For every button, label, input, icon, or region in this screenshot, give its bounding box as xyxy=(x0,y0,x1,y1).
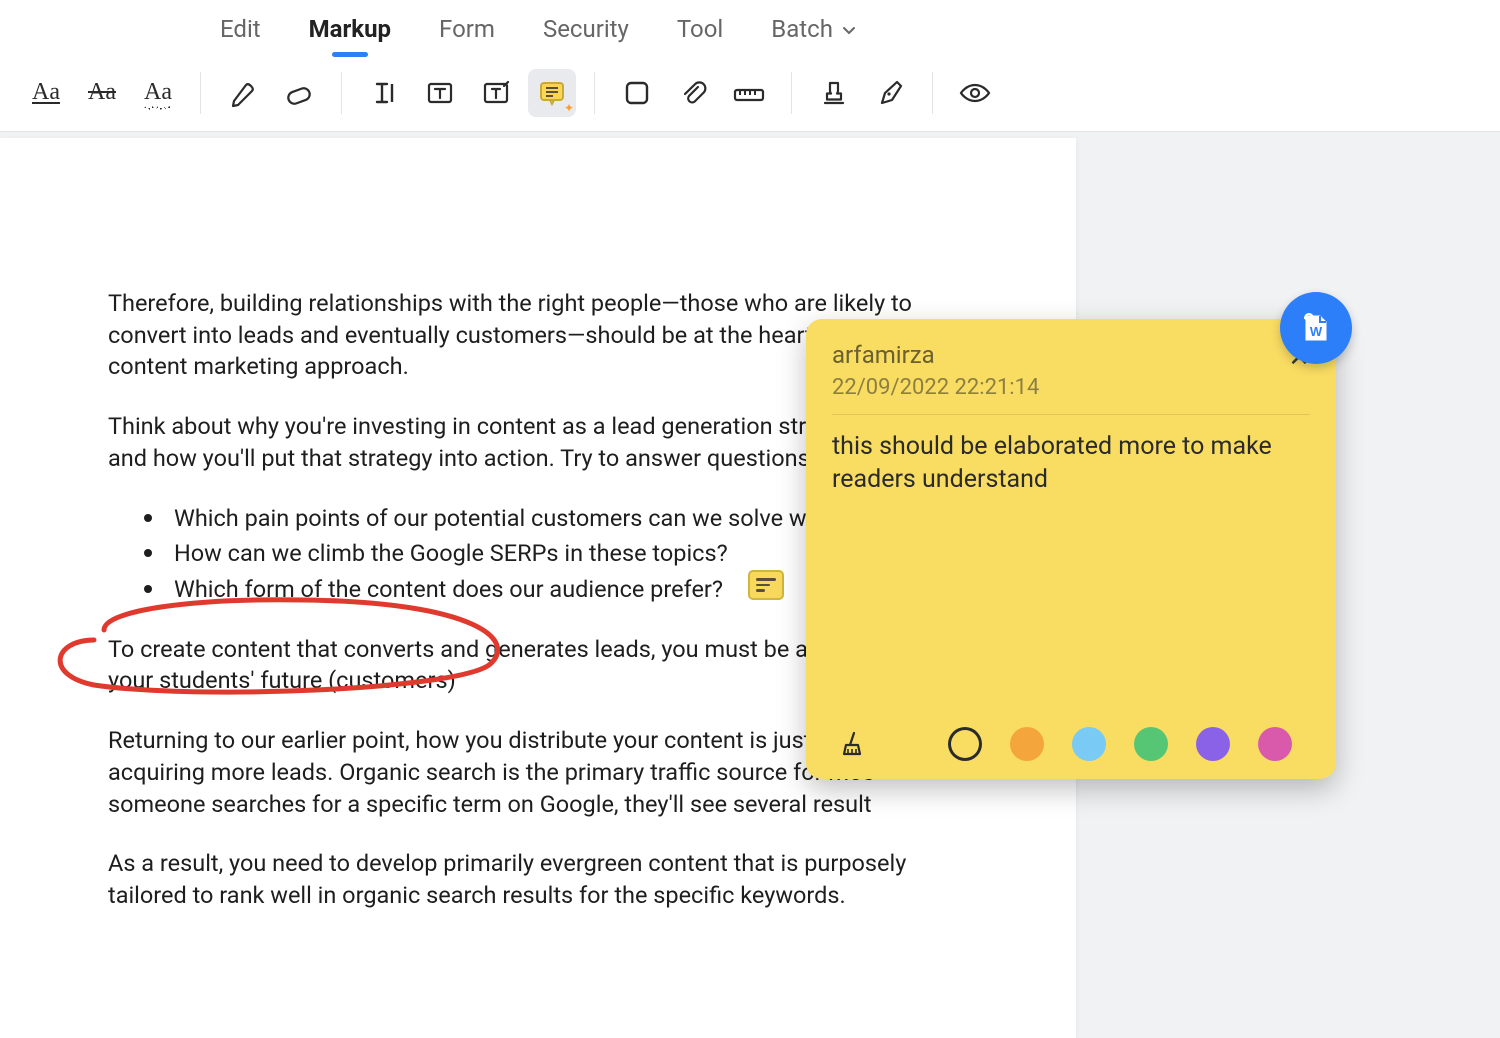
divider xyxy=(200,72,201,114)
stamp-icon xyxy=(819,78,849,108)
tab-tool[interactable]: Tool xyxy=(677,15,723,43)
tab-markup[interactable]: Markup xyxy=(309,15,391,43)
sticky-note-color-picker xyxy=(832,727,1310,761)
note-marker-icon[interactable] xyxy=(748,570,784,600)
ruler-icon xyxy=(732,78,766,108)
eraser-tool[interactable] xyxy=(275,69,323,117)
sticky-note-timestamp: 22/09/2022 22:21:14 xyxy=(832,375,1039,400)
sparkle-icon: ✦ xyxy=(564,101,574,115)
text-tool[interactable] xyxy=(360,69,408,117)
pen-nib-icon xyxy=(875,78,905,108)
eye-icon xyxy=(958,78,992,108)
shape-tool[interactable] xyxy=(613,69,661,117)
sticky-note-icon xyxy=(537,78,567,108)
highlighter-tool[interactable] xyxy=(219,69,267,117)
eraser-icon xyxy=(282,76,316,110)
callout-tool[interactable] xyxy=(472,69,520,117)
word-icon: W xyxy=(1296,308,1336,348)
measure-tool[interactable] xyxy=(725,69,773,117)
textbox-icon xyxy=(425,78,455,108)
tab-security[interactable]: Security xyxy=(543,15,629,43)
stamp-tool[interactable] xyxy=(810,69,858,117)
divider xyxy=(594,72,595,114)
divider xyxy=(932,72,933,114)
sticky-note-popup[interactable]: arfamirza 22/09/2022 22:21:14 ✕ this sho… xyxy=(806,319,1336,779)
divider xyxy=(832,414,1310,415)
top-tabs: Edit Markup Form Security Tool Batch xyxy=(0,0,1500,54)
paragraph: As a result, you need to develop primari… xyxy=(108,848,968,911)
color-swatch-pink[interactable] xyxy=(1258,727,1292,761)
square-icon xyxy=(623,79,651,107)
tab-edit[interactable]: Edit xyxy=(220,15,261,43)
preview-tool[interactable] xyxy=(951,69,999,117)
tab-form[interactable]: Form xyxy=(439,15,495,43)
markup-toolbar: Aa Aa Aa ✦ xyxy=(0,54,1500,132)
sticky-note-text[interactable]: this should be elaborated more to make r… xyxy=(832,431,1310,717)
divider xyxy=(341,72,342,114)
color-swatch-orange[interactable] xyxy=(1010,727,1044,761)
color-swatch-green[interactable] xyxy=(1134,727,1168,761)
color-swatch-yellow[interactable] xyxy=(948,727,982,761)
callout-icon xyxy=(481,78,511,108)
page-area: Therefore, building relationships with t… xyxy=(0,132,1500,965)
highlighter-icon xyxy=(227,77,259,109)
sticky-note-tool[interactable]: ✦ xyxy=(528,69,576,117)
tab-batch[interactable]: Batch xyxy=(771,15,857,43)
paperclip-icon xyxy=(678,78,708,108)
strikethrough-tool[interactable]: Aa xyxy=(78,69,126,117)
svg-text:W: W xyxy=(1310,324,1323,339)
color-swatch-blue[interactable] xyxy=(1072,727,1106,761)
attachment-tool[interactable] xyxy=(669,69,717,117)
underline-tool[interactable]: Aa xyxy=(22,69,70,117)
divider xyxy=(791,72,792,114)
textbox-tool[interactable] xyxy=(416,69,464,117)
chevron-down-icon xyxy=(841,23,857,39)
sign-tool[interactable] xyxy=(866,69,914,117)
broom-icon[interactable] xyxy=(838,730,866,758)
sticky-note-header: arfamirza 22/09/2022 22:21:14 ✕ xyxy=(832,341,1310,400)
sticky-note-author: arfamirza xyxy=(832,341,1039,369)
tab-batch-label: Batch xyxy=(771,15,833,43)
color-swatch-purple[interactable] xyxy=(1196,727,1230,761)
squiggle-underline-tool[interactable]: Aa xyxy=(134,69,182,117)
word-export-fab[interactable]: W xyxy=(1280,292,1352,364)
text-cursor-icon xyxy=(369,78,399,108)
